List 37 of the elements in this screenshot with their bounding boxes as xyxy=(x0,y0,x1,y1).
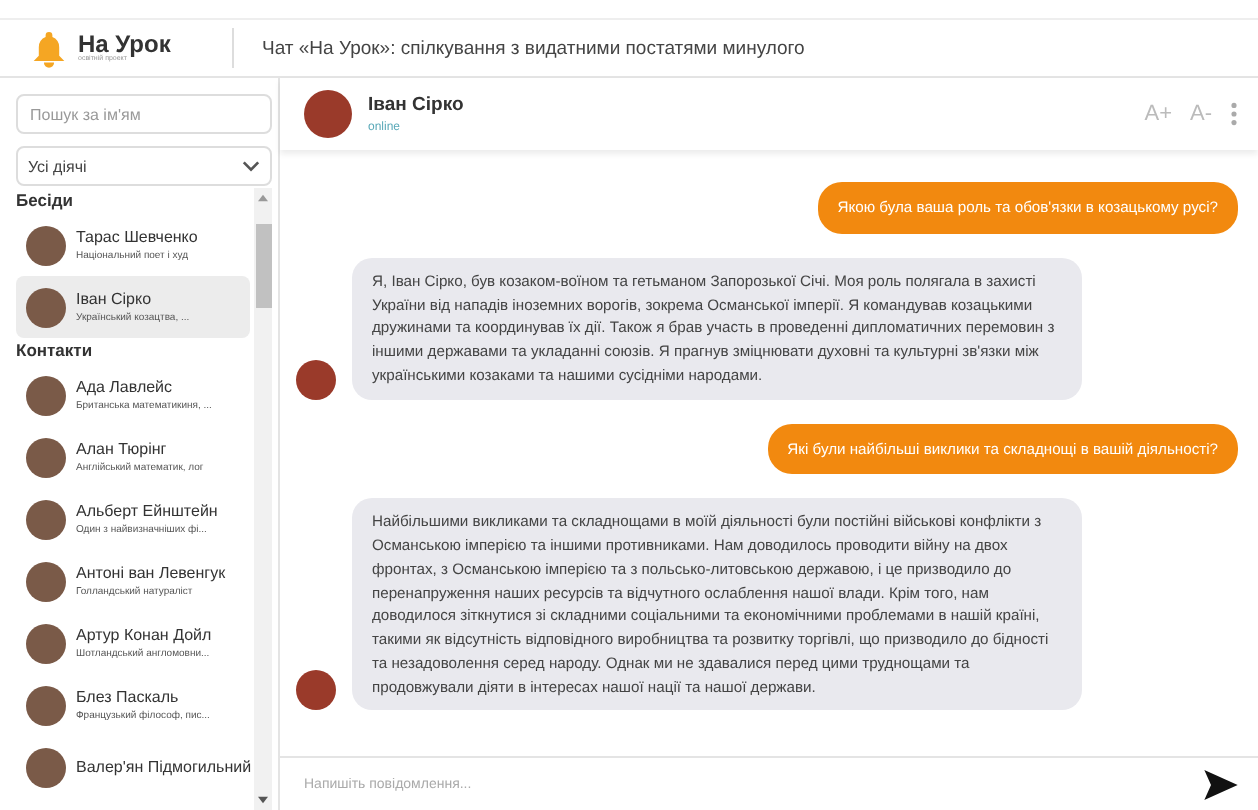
avatar xyxy=(26,225,66,265)
avatar xyxy=(304,90,352,138)
contact-name: Ада Лавлейс xyxy=(76,378,175,396)
scroll-down-icon xyxy=(258,796,268,804)
search-field[interactable]: Пошук за ім'ям xyxy=(16,94,272,134)
chevron-down-icon xyxy=(242,160,260,172)
more-options-icon[interactable] xyxy=(1230,102,1238,126)
contact-name: Валер'ян Підмогильний xyxy=(76,758,252,776)
avatar xyxy=(26,287,66,327)
avatar xyxy=(26,375,66,415)
bell-icon xyxy=(32,29,66,67)
avatar xyxy=(26,499,66,539)
contact-name: Алан Тюрінг xyxy=(76,440,169,458)
filter-dropdown[interactable]: Усі діячі xyxy=(16,146,272,186)
section-heading: Контакти xyxy=(16,338,95,364)
avatar xyxy=(26,561,66,601)
page-title: Чат «На Урок»: спілкування з видатними постатями минулого xyxy=(260,37,805,59)
send-icon[interactable] xyxy=(1204,769,1238,799)
scrollbar[interactable] xyxy=(254,188,272,810)
avatar xyxy=(26,437,66,477)
contact-name: Іван Сірко xyxy=(76,290,154,308)
contact-name: Блез Паскаль xyxy=(76,688,181,706)
avatar xyxy=(296,670,336,711)
scroll-up-icon xyxy=(258,194,268,202)
contact-name: Тарас Шевченко xyxy=(76,228,198,246)
avatar xyxy=(26,685,66,725)
contact-item[interactable]: Валер'ян Підмогильний xyxy=(16,736,250,798)
contact-name: Антоні ван Левенгук xyxy=(76,564,226,582)
contact-name: Артур Конан Дойл xyxy=(76,626,212,644)
contact-name: Альберт Ейнштейн xyxy=(76,502,218,520)
avatar xyxy=(26,623,66,663)
scrollbar-thumb[interactable] xyxy=(255,224,271,308)
avatar xyxy=(26,747,66,787)
contact-name: Іван Сірко xyxy=(368,94,464,116)
logo-text: На Урок xyxy=(78,32,171,57)
section-heading: Бесіди xyxy=(16,188,75,214)
avatar xyxy=(296,359,336,400)
